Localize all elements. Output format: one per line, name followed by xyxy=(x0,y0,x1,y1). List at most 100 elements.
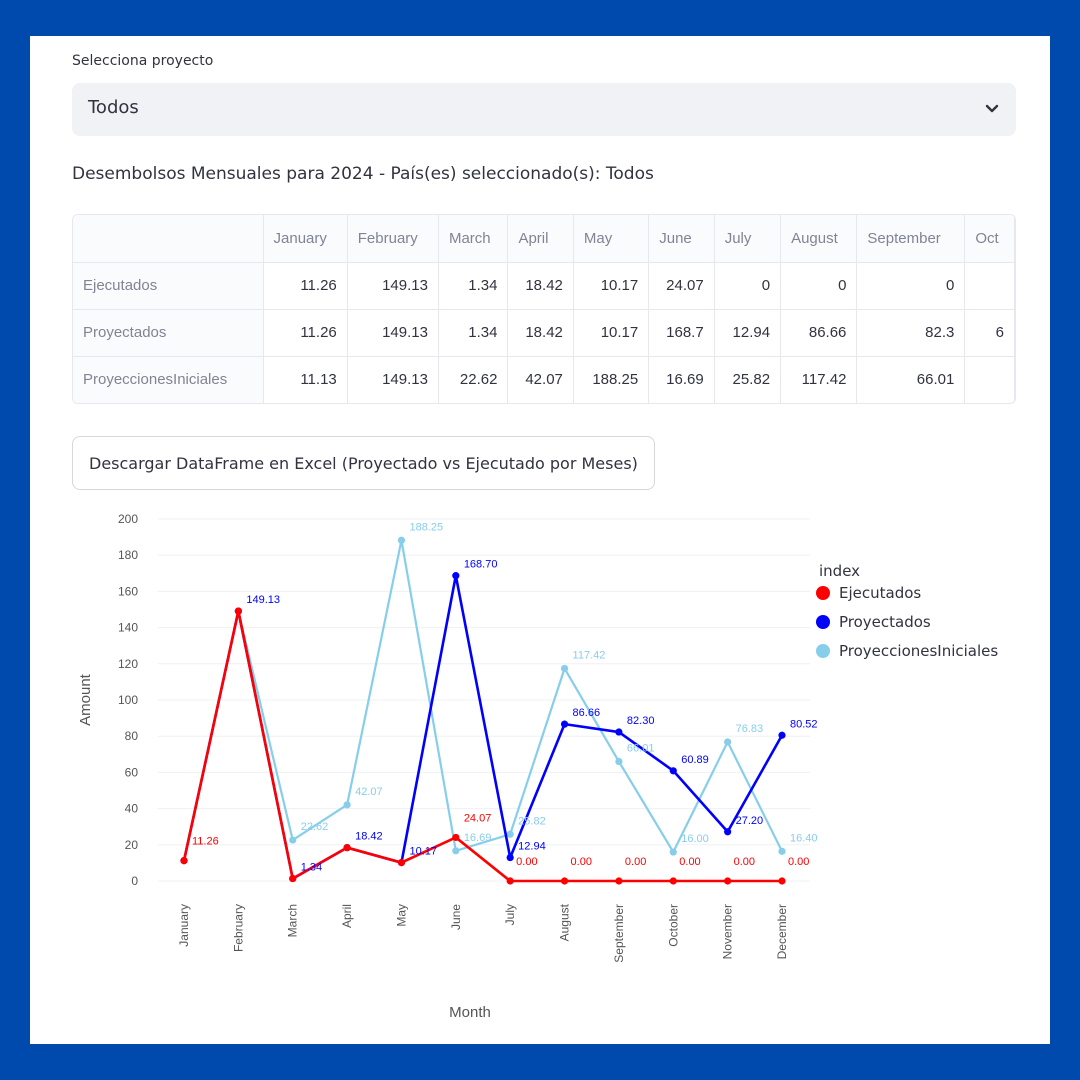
y-tick-label: 80 xyxy=(125,729,139,743)
table-cell[interactable]: 149.13 xyxy=(347,262,439,310)
table-cell[interactable]: 25.82 xyxy=(714,356,782,403)
data-point xyxy=(397,858,406,867)
legend-marker xyxy=(816,644,830,658)
data-point xyxy=(452,833,460,842)
table-cell[interactable]: 24.07 xyxy=(648,262,715,310)
table-column-header[interactable]: June xyxy=(648,215,715,263)
data-label: 12.94 xyxy=(518,841,546,853)
data-point xyxy=(778,731,786,739)
table-cell[interactable]: 1.34 xyxy=(438,262,509,310)
x-tick-label: December xyxy=(775,904,789,959)
legend-item-label: Ejecutados xyxy=(839,584,921,602)
data-label: 0.00 xyxy=(625,856,646,868)
data-label: 18.42 xyxy=(355,831,383,843)
y-tick-label: 120 xyxy=(118,657,138,671)
data-point xyxy=(560,664,569,673)
y-tick-label: 0 xyxy=(131,874,138,888)
data-point xyxy=(669,848,677,856)
data-label: 16.40 xyxy=(790,832,818,844)
table-column-header[interactable]: September xyxy=(856,215,966,263)
data-label: 80.52 xyxy=(790,718,818,730)
select-label: Selecciona proyecto xyxy=(72,53,214,69)
table-column-header[interactable]: August xyxy=(780,215,858,263)
table-column-header[interactable]: July xyxy=(714,215,782,263)
table-cell[interactable]: 168.7 xyxy=(648,309,715,357)
table-column-header[interactable]: March xyxy=(438,215,509,263)
table-cell[interactable]: 0 xyxy=(780,262,858,310)
data-point xyxy=(560,720,569,728)
dataframe-table: January February March April May June July Augu… xyxy=(73,215,1015,403)
table-cell[interactable] xyxy=(964,262,1015,310)
data-label: 82.30 xyxy=(627,715,655,727)
data-label: 66.01 xyxy=(627,743,655,755)
data-point xyxy=(506,830,514,838)
legend-marker xyxy=(816,615,830,629)
table-cell[interactable]: 22.62 xyxy=(438,356,509,403)
data-label: 22.62 xyxy=(301,821,329,833)
table-column-header[interactable]: January xyxy=(263,215,348,263)
table-cell[interactable]: 16.69 xyxy=(648,356,715,403)
legend-title: index xyxy=(819,562,860,580)
table-cell[interactable]: 66.01 xyxy=(856,356,966,403)
data-label: 117.42 xyxy=(573,649,606,661)
x-tick-label: February xyxy=(231,904,245,952)
download-excel-button[interactable]: Descargar DataFrame en Excel (Proyectado… xyxy=(72,436,655,490)
table-cell[interactable]: 117.42 xyxy=(780,356,858,403)
data-label: 188.25 xyxy=(409,521,443,533)
data-point xyxy=(343,801,351,809)
table-header-row: January February March April May June July Augu… xyxy=(73,215,1015,263)
y-tick-label: 40 xyxy=(125,802,139,816)
y-tick-label: 140 xyxy=(118,621,138,635)
table-cell[interactable]: 11.26 xyxy=(263,262,348,310)
y-tick-label: 100 xyxy=(118,693,138,707)
legend-item-label: Proyectados xyxy=(839,613,931,631)
data-point xyxy=(452,847,460,855)
table-cell[interactable]: 10.17 xyxy=(573,262,650,310)
data-table[interactable]: January February March April May June July Augu… xyxy=(72,214,1016,404)
data-label: 11.26 xyxy=(192,836,219,848)
table-cell[interactable]: 149.13 xyxy=(347,356,439,403)
table-cell[interactable]: 11.26 xyxy=(263,309,348,357)
y-tick-label: 20 xyxy=(125,838,139,852)
table-cell[interactable]: 6 xyxy=(964,309,1015,357)
x-tick-label: July xyxy=(503,904,517,925)
x-tick-label: June xyxy=(449,904,463,930)
table-cell[interactable]: 42.07 xyxy=(507,356,574,403)
y-tick-label: 180 xyxy=(118,548,138,562)
table-cell[interactable]: 188.25 xyxy=(573,356,650,403)
legend-item-label: ProyeccionesIniciales xyxy=(839,642,998,660)
table-cell[interactable]: 1.34 xyxy=(438,309,509,357)
table-row-header: Proyectados xyxy=(73,309,264,357)
x-tick-label: January xyxy=(177,904,191,947)
table-column-header[interactable]: May xyxy=(573,215,650,263)
table-column-header[interactable]: February xyxy=(347,215,439,263)
x-tick-label: October xyxy=(666,904,680,947)
y-tick-label: 200 xyxy=(118,512,138,526)
table-cell[interactable] xyxy=(964,356,1015,403)
data-point xyxy=(615,877,623,885)
table-cell[interactable]: 82.3 xyxy=(856,309,966,357)
table-cell[interactable]: 0 xyxy=(714,262,782,310)
table-cell[interactable]: 149.13 xyxy=(347,309,439,357)
table-column-header[interactable]: Oct xyxy=(964,215,1015,263)
data-point xyxy=(289,836,297,844)
data-point xyxy=(615,728,623,736)
table-cell[interactable]: 86.66 xyxy=(780,309,858,357)
table-cell[interactable]: 0 xyxy=(856,262,966,310)
project-select[interactable]: Todos xyxy=(72,83,1016,136)
table-cell[interactable]: 11.13 xyxy=(263,356,348,403)
table-cell[interactable]: 18.42 xyxy=(507,262,574,310)
data-label: 60.89 xyxy=(681,754,709,766)
chevron-down-icon xyxy=(985,104,999,113)
x-tick-label: May xyxy=(394,904,408,927)
data-label: 16.00 xyxy=(681,833,709,845)
data-point xyxy=(234,607,242,615)
data-label: 16.69 xyxy=(464,832,492,844)
data-point xyxy=(669,767,677,775)
table-cell[interactable]: 18.42 xyxy=(507,309,574,357)
table-column-header[interactable]: April xyxy=(507,215,574,263)
data-point xyxy=(724,877,732,885)
data-label: 86.66 xyxy=(573,707,601,719)
table-cell[interactable]: 10.17 xyxy=(573,309,650,357)
table-cell[interactable]: 12.94 xyxy=(714,309,782,357)
